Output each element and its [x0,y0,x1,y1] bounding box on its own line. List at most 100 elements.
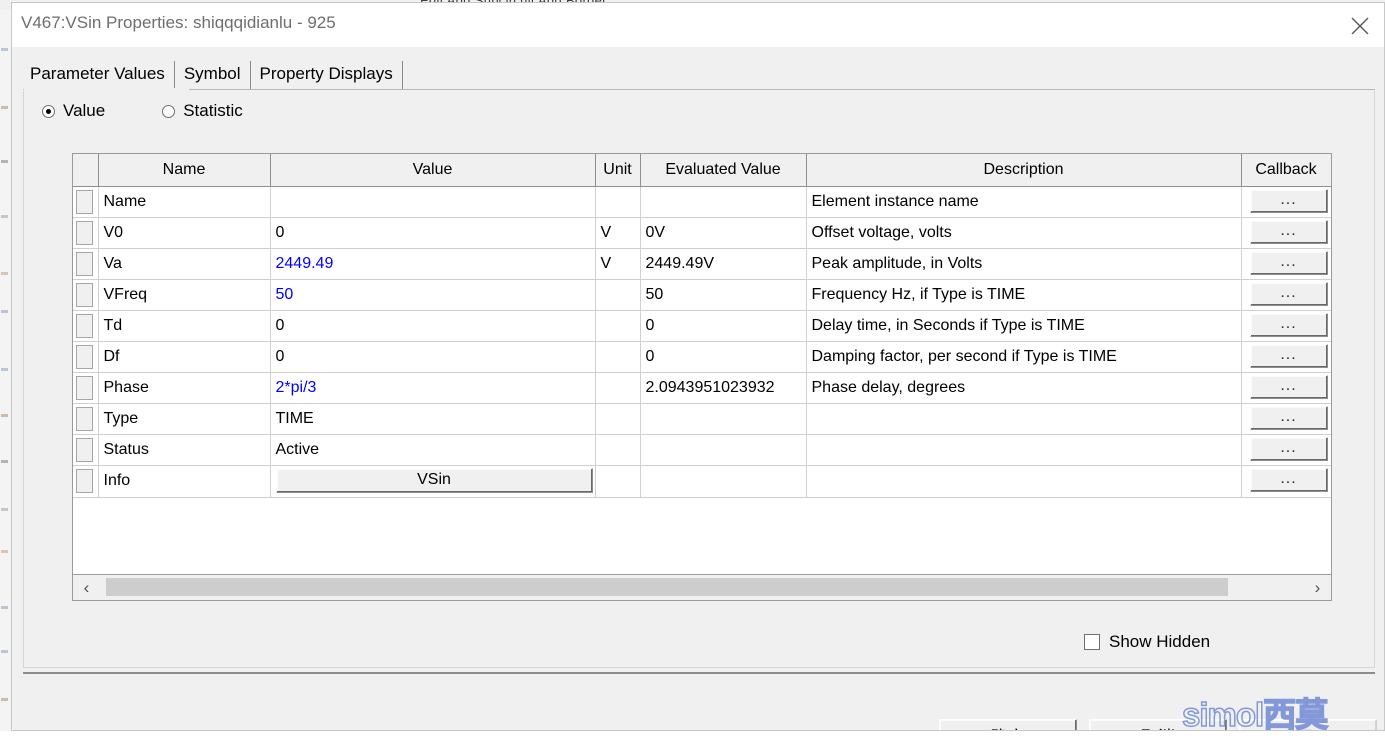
table-row[interactable]: Info VSin... [73,465,1331,498]
cell-name[interactable]: V0 [98,217,271,249]
scroll-right-arrow-icon[interactable]: › [1304,576,1331,600]
column-header-unit[interactable]: Unit [595,154,641,187]
cell-unit [595,465,641,498]
cell-description: Frequency Hz, if Type is TIME [806,279,1242,311]
show-hidden-checkbox[interactable]: Show Hidden [1084,632,1210,652]
column-header-name[interactable]: Name [98,154,271,187]
row-selector-cell[interactable] [73,279,99,311]
tab-strip: Parameter Values Symbol Property Display… [23,60,403,89]
cell-name[interactable]: Name [98,186,271,218]
radio-value[interactable]: Value [42,101,105,121]
dialog-footer: 确定 取消 应用(A) [12,674,1384,730]
cell-value[interactable]: 2*pi/3 [270,372,596,404]
cell-value[interactable]: 50 [270,279,596,311]
tab-property-displays[interactable]: Property Displays [251,61,403,89]
cell-value[interactable]: Active [270,434,596,466]
cell-unit [595,186,641,218]
callback-ellipsis-button[interactable]: ... [1249,188,1328,213]
background-app-left-strip [0,10,11,731]
show-hidden-label: Show Hidden [1109,632,1211,651]
callback-ellipsis-button[interactable]: ... [1249,436,1328,461]
column-header-evaluated-value[interactable]: Evaluated Value [640,154,807,187]
cell-value[interactable]: VSin [270,465,596,498]
cell-callback: ... [1241,341,1331,373]
table-body: Name Element instance name... V0 0 V 0V Offset… [73,186,1331,498]
callback-ellipsis-button[interactable]: ... [1249,405,1328,430]
cell-value[interactable]: 0 [270,217,596,249]
scrollbar-track[interactable] [100,576,1304,600]
ok-button[interactable]: 确定 [939,719,1077,730]
cell-name[interactable]: Df [98,341,271,373]
cell-description: Delay time, in Seconds if Type is TIME [806,310,1242,342]
scroll-left-arrow-icon[interactable]: ‹ [73,576,100,600]
column-header-select[interactable] [73,154,99,187]
table-row[interactable]: Phase 2*pi/3 2.0943951023932 Phase delay, d… [73,372,1331,404]
cancel-button[interactable]: 取消 [1089,719,1227,730]
row-selector-cell[interactable] [73,186,99,218]
row-selector-cell[interactable] [73,310,99,342]
table-row[interactable]: V0 0 V 0V Offset voltage, volts... [73,217,1331,249]
column-header-value[interactable]: Value [270,154,596,187]
cell-evaluated-value [640,403,807,435]
row-selector-cell[interactable] [73,434,99,466]
table-row[interactable]: VFreq 50 50 Frequency Hz, if Type is TIME..… [73,279,1331,311]
row-selector-cell[interactable] [73,341,99,373]
cell-evaluated-value: 2.0943951023932 [640,372,807,404]
cell-unit: V [595,217,641,249]
callback-ellipsis-button[interactable]: ... [1249,312,1328,337]
table-row[interactable]: Va 2449.49 V 2449.49V Peak amplitude, in Vol… [73,248,1331,280]
cell-name[interactable]: Info [98,465,271,498]
dialog-client-area: Parameter Values Symbol Property Display… [12,47,1384,730]
row-selector-cell[interactable] [73,217,99,249]
callback-ellipsis-button[interactable]: ... [1249,374,1328,399]
dialog-title: V467:VSin Properties: shiqqqidianlu - 92… [21,13,336,32]
cell-name[interactable]: Va [98,248,271,280]
radio-statistic-label: Statistic [183,101,243,120]
table-row[interactable]: Status Active... [73,434,1331,466]
table-row[interactable]: Name Element instance name... [73,186,1331,218]
cell-evaluated-value [640,434,807,466]
tab-parameter-values[interactable]: Parameter Values [23,61,175,89]
close-icon[interactable] [1336,3,1384,47]
callback-ellipsis-button[interactable]: ... [1249,343,1328,368]
table-row[interactable]: Type TIME... [73,403,1331,435]
cell-name[interactable]: Phase [98,372,271,404]
callback-ellipsis-button[interactable]: ... [1249,250,1328,275]
mode-radio-group: Value Statistic [42,99,270,123]
cell-value[interactable]: 2449.49 [270,248,596,280]
cell-description [806,434,1242,466]
cell-callback: ... [1241,248,1331,280]
row-selector-cell[interactable] [73,465,99,498]
cell-unit [595,403,641,435]
cell-unit [595,310,641,342]
column-header-description[interactable]: Description [806,154,1242,187]
cell-name[interactable]: VFreq [98,279,271,311]
cell-callback: ... [1241,217,1331,249]
cell-name[interactable]: Status [98,434,271,466]
cell-unit [595,341,641,373]
callback-ellipsis-button[interactable]: ... [1249,281,1328,306]
cell-value[interactable] [270,186,596,218]
callback-ellipsis-button[interactable]: ... [1249,468,1328,492]
callback-ellipsis-button[interactable]: ... [1249,219,1328,244]
row-selector-cell[interactable] [73,248,99,280]
cell-name[interactable]: Td [98,310,271,342]
row-selector-cell[interactable] [73,403,99,435]
row-selector-cell[interactable] [73,372,99,404]
table-row[interactable]: Df 0 0 Damping factor, per second if Type i… [73,341,1331,373]
table-row[interactable]: Td 0 0 Delay time, in Seconds if Type is TI… [73,310,1331,342]
cell-description [806,403,1242,435]
tab-symbol[interactable]: Symbol [175,61,251,89]
column-header-callback[interactable]: Callback [1241,154,1331,187]
info-value-button[interactable]: VSin [275,467,593,493]
scrollbar-thumb[interactable] [106,577,1228,596]
cell-value[interactable]: TIME [270,403,596,435]
radio-statistic[interactable]: Statistic [162,101,270,121]
cell-name[interactable]: Type [98,403,271,435]
cell-value[interactable]: 0 [270,310,596,342]
cell-unit [595,279,641,311]
cell-value[interactable]: 0 [270,341,596,373]
grid-horizontal-scrollbar[interactable]: ‹ › [72,575,1332,601]
cell-description: Offset voltage, volts [806,217,1242,249]
parameter-grid[interactable]: Name Value Unit Evaluated Value Descript… [72,153,1332,575]
